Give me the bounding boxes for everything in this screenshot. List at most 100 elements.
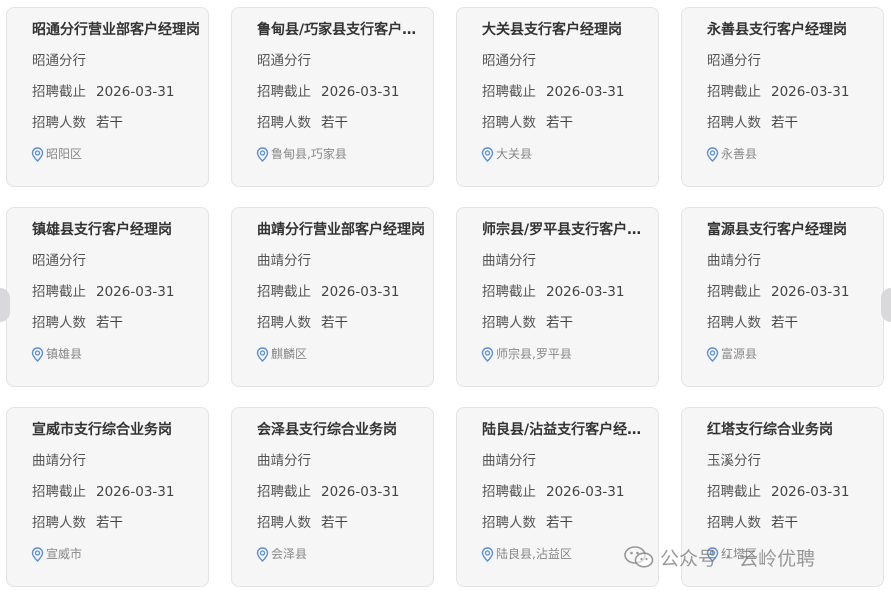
job-title: 富源县支行客户经理岗 — [707, 222, 847, 238]
headcount-value: 若干 — [321, 115, 348, 131]
job-card[interactable]: 鲁甸县/巧家县支行客户… 昭通分行 招聘截止 2026-03-31 招聘人数 若干 … — [231, 7, 434, 187]
job-card[interactable]: 富源县支行客户经理岗 曲靖分行 招聘截止 2026-03-31 招聘人数 若干 富源… — [681, 207, 884, 387]
location-row: 师宗县,罗平县 — [481, 345, 572, 363]
deadline-label: 招聘截止 — [707, 284, 761, 300]
deadline-value: 2026-03-31 — [321, 284, 400, 300]
headcount-label: 招聘人数 — [32, 115, 86, 131]
job-card[interactable]: 昭通分行营业部客户经理岗 昭通分行 招聘截止 2026-03-31 招聘人数 若干 … — [6, 7, 209, 187]
branch-name: 曲靖分行 — [707, 253, 761, 269]
branch-name: 曲靖分行 — [482, 253, 536, 269]
headcount-value: 若干 — [96, 315, 123, 331]
headcount-row: 招聘人数 若干 — [707, 313, 798, 333]
branch-name: 曲靖分行 — [257, 453, 311, 469]
deadline-label: 招聘截止 — [707, 484, 761, 500]
job-card[interactable]: 师宗县/罗平县支行客户… 曲靖分行 招聘截止 2026-03-31 招聘人数 若干 … — [456, 207, 659, 387]
headcount-label: 招聘人数 — [257, 315, 311, 331]
location-text: 昭阳区 — [46, 147, 83, 161]
map-pin-icon — [31, 346, 44, 362]
headcount-label: 招聘人数 — [707, 115, 761, 131]
deadline-value: 2026-03-31 — [546, 284, 625, 300]
job-card-grid: 昭通分行营业部客户经理岗 昭通分行 招聘截止 2026-03-31 招聘人数 若干 … — [0, 0, 891, 593]
headcount-label: 招聘人数 — [707, 515, 761, 531]
map-pin-icon — [256, 346, 269, 362]
headcount-row: 招聘人数 若干 — [257, 313, 348, 333]
job-card[interactable]: 永善县支行客户经理岗 昭通分行 招聘截止 2026-03-31 招聘人数 若干 永善… — [681, 7, 884, 187]
map-pin-icon — [481, 346, 494, 362]
job-card[interactable]: 会泽县支行综合业务岗 曲靖分行 招聘截止 2026-03-31 招聘人数 若干 会泽… — [231, 407, 434, 587]
headcount-value: 若干 — [771, 315, 798, 331]
branch-name: 曲靖分行 — [257, 253, 311, 269]
deadline-row: 招聘截止 2026-03-31 — [482, 482, 624, 502]
wechat-icon — [624, 546, 654, 568]
branch-name: 昭通分行 — [257, 53, 311, 69]
location-row: 永善县 — [706, 145, 757, 163]
job-title: 大关县支行客户经理岗 — [482, 22, 622, 38]
headcount-label: 招聘人数 — [482, 115, 536, 131]
headcount-value: 若干 — [96, 515, 123, 531]
deadline-label: 招聘截止 — [257, 84, 311, 100]
branch-name: 曲靖分行 — [32, 453, 86, 469]
headcount-row: 招聘人数 若干 — [482, 113, 573, 133]
headcount-row: 招聘人数 若干 — [707, 513, 798, 533]
carousel-prev-button[interactable] — [0, 288, 10, 322]
deadline-row: 招聘截止 2026-03-31 — [32, 82, 174, 102]
watermark-separator: · — [725, 546, 732, 568]
location-text: 会泽县 — [271, 547, 308, 561]
headcount-label: 招聘人数 — [257, 515, 311, 531]
branch-name: 昭通分行 — [32, 53, 86, 69]
location-text: 师宗县,罗平县 — [496, 347, 572, 361]
deadline-value: 2026-03-31 — [771, 84, 850, 100]
job-card[interactable]: 大关县支行客户经理岗 昭通分行 招聘截止 2026-03-31 招聘人数 若干 大关… — [456, 7, 659, 187]
location-text: 鲁甸县,巧家县 — [271, 147, 347, 161]
deadline-label: 招聘截止 — [32, 284, 86, 300]
map-pin-icon — [706, 146, 719, 162]
job-title: 宣威市支行综合业务岗 — [32, 422, 172, 438]
location-row: 镇雄县 — [31, 345, 82, 363]
deadline-value: 2026-03-31 — [96, 84, 175, 100]
location-row: 陆良县,沾益区 — [481, 545, 572, 563]
deadline-value: 2026-03-31 — [546, 84, 625, 100]
location-row: 麒麟区 — [256, 345, 307, 363]
headcount-value: 若干 — [546, 115, 573, 131]
headcount-label: 招聘人数 — [32, 515, 86, 531]
map-pin-icon — [256, 146, 269, 162]
branch-name: 曲靖分行 — [482, 453, 536, 469]
headcount-label: 招聘人数 — [482, 515, 536, 531]
deadline-row: 招聘截止 2026-03-31 — [707, 282, 849, 302]
deadline-row: 招聘截止 2026-03-31 — [482, 282, 624, 302]
job-title: 鲁甸县/巧家县支行客户… — [257, 22, 417, 38]
headcount-value: 若干 — [771, 515, 798, 531]
branch-name: 昭通分行 — [32, 253, 86, 269]
job-card[interactable]: 镇雄县支行客户经理岗 昭通分行 招聘截止 2026-03-31 招聘人数 若干 镇雄… — [6, 207, 209, 387]
deadline-row: 招聘截止 2026-03-31 — [707, 82, 849, 102]
watermark-source: 公众号 — [660, 547, 718, 570]
job-title: 镇雄县支行客户经理岗 — [32, 222, 172, 238]
map-pin-icon — [706, 346, 719, 362]
job-card[interactable]: 宣威市支行综合业务岗 曲靖分行 招聘截止 2026-03-31 招聘人数 若干 宣威… — [6, 407, 209, 587]
location-text: 麒麟区 — [271, 347, 308, 361]
carousel-next-button[interactable] — [881, 288, 891, 322]
headcount-row: 招聘人数 若干 — [32, 313, 123, 333]
headcount-label: 招聘人数 — [257, 115, 311, 131]
deadline-row: 招聘截止 2026-03-31 — [257, 82, 399, 102]
deadline-label: 招聘截止 — [257, 284, 311, 300]
deadline-value: 2026-03-31 — [96, 284, 175, 300]
job-title: 永善县支行客户经理岗 — [707, 22, 847, 38]
deadline-value: 2026-03-31 — [321, 84, 400, 100]
headcount-value: 若干 — [321, 315, 348, 331]
deadline-row: 招聘截止 2026-03-31 — [707, 482, 849, 502]
headcount-row: 招聘人数 若干 — [257, 513, 348, 533]
branch-name: 昭通分行 — [707, 53, 761, 69]
deadline-label: 招聘截止 — [482, 484, 536, 500]
headcount-row: 招聘人数 若干 — [32, 513, 123, 533]
location-row: 鲁甸县,巧家县 — [256, 145, 347, 163]
location-text: 富源县 — [721, 347, 758, 361]
location-row: 大关县 — [481, 145, 532, 163]
job-card[interactable]: 曲靖分行营业部客户经理岗 曲靖分行 招聘截止 2026-03-31 招聘人数 若干 … — [231, 207, 434, 387]
deadline-row: 招聘截止 2026-03-31 — [482, 82, 624, 102]
headcount-value: 若干 — [321, 515, 348, 531]
map-pin-icon — [481, 546, 494, 562]
deadline-label: 招聘截止 — [32, 484, 86, 500]
deadline-label: 招聘截止 — [707, 84, 761, 100]
location-row: 宣威市 — [31, 545, 82, 563]
